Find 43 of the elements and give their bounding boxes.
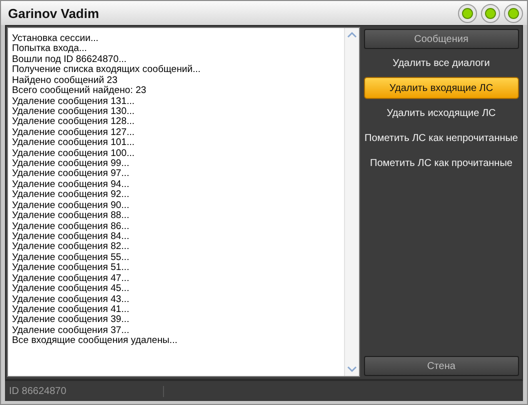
scrollbar[interactable] bbox=[344, 28, 359, 376]
log-line: Вошли под ID 86624870... bbox=[12, 54, 128, 65]
log-line: Удаление сообщения 47... bbox=[12, 274, 130, 284]
log-line: Удаление сообщения 127... bbox=[12, 128, 136, 138]
log-line: Найдено сообщений 23 bbox=[12, 76, 118, 86]
log-line: Установка сессии... bbox=[12, 34, 100, 44]
log-line: Удаление сообщения 100... bbox=[12, 148, 136, 159]
log-line: Удаление сообщения 101... bbox=[12, 138, 136, 149]
log-line: Удаление сообщения 90... bbox=[12, 200, 130, 211]
window-title: Garinov Vadim bbox=[8, 6, 100, 20]
log-line: Удаление сообщения 88... bbox=[12, 211, 130, 222]
messages-section-button[interactable]: Сообщения bbox=[364, 29, 519, 49]
log-line: Удаление сообщения 86... bbox=[12, 222, 130, 232]
log-line: Удаление сообщения 92... bbox=[12, 190, 130, 201]
log-line: Удаление сообщения 41... bbox=[12, 304, 130, 315]
log-line: Получение списка входящих сообщений... bbox=[12, 65, 202, 76]
log-line: Удаление сообщения 43... bbox=[12, 294, 130, 305]
log-line: Попытка входа... bbox=[12, 44, 88, 55]
log-line: Удаление сообщения 130... bbox=[12, 106, 136, 117]
menu-item[interactable]: Пометить ЛС как прочитанные bbox=[364, 152, 519, 174]
log-line: Удаление сообщения 94... bbox=[12, 180, 130, 190]
log-line: Удаление сообщения 84... bbox=[12, 232, 130, 242]
menu-item[interactable]: Пометить ЛС как непрочитанные bbox=[364, 127, 519, 149]
log-line: Удаление сообщения 51... bbox=[12, 263, 130, 274]
wall-section-button[interactable]: Стена bbox=[364, 356, 519, 376]
log-line: Удаление сообщения 55... bbox=[12, 252, 130, 263]
log-line: Удаление сообщения 45... bbox=[12, 284, 130, 295]
menu-item[interactable]: Удалить все диалоги bbox=[364, 52, 519, 74]
log-line: Удаление сообщения 97... bbox=[12, 169, 130, 180]
log-line: Удаление сообщения 99... bbox=[12, 159, 130, 170]
window-control-button[interactable] bbox=[458, 4, 477, 22]
window-control-button[interactable] bbox=[481, 4, 500, 22]
log-line: Удаление сообщения 82... bbox=[12, 242, 130, 253]
log-line: Удаление сообщения 131... bbox=[12, 96, 136, 107]
log-line: Всего сообщений найдено: 23 bbox=[12, 86, 148, 97]
status-text: ID 86624870 bbox=[5, 386, 164, 396]
log-line: Удаление сообщения 39... bbox=[12, 315, 130, 326]
log-line: Все входящие сообщения удалены... bbox=[12, 336, 178, 347]
log-line: Удаление сообщения 128... bbox=[12, 117, 136, 128]
log-line: Удаление сообщения 37... bbox=[12, 326, 130, 336]
menu-item[interactable]: Удалить входящие ЛС bbox=[364, 77, 519, 99]
window-control-button[interactable] bbox=[504, 4, 523, 22]
menu-item[interactable]: Удалить исходящие ЛС bbox=[364, 102, 519, 124]
